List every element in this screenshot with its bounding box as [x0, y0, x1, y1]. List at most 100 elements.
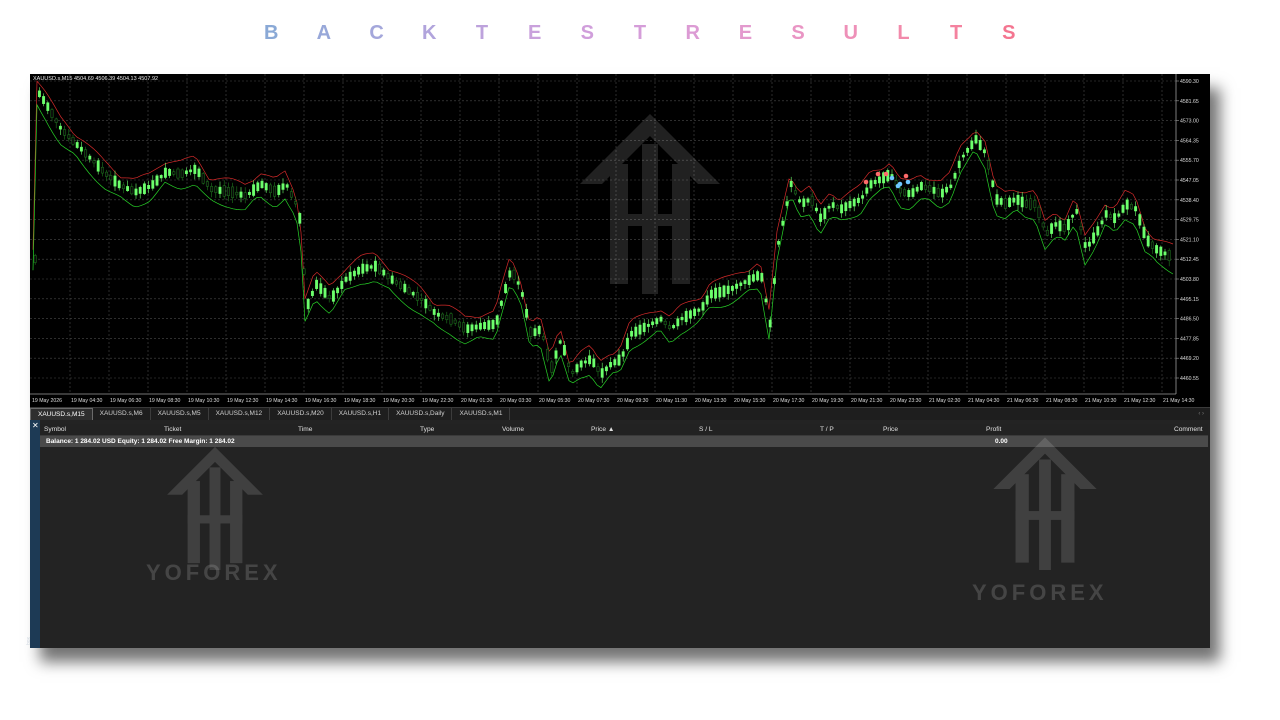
candle-body [126, 186, 130, 192]
candle-body [100, 166, 104, 174]
column-type[interactable]: Type [420, 424, 434, 435]
trade-marker-icon [905, 179, 911, 185]
tab-timeframe[interactable]: XAUUSD.s,M5 [151, 408, 209, 420]
tab-timeframe[interactable]: XAUUSD.s,M15 [30, 407, 93, 421]
tab-timeframe[interactable]: XAUUSD.s,H1 [332, 408, 390, 420]
candle-body [701, 302, 705, 311]
candle-body [155, 175, 159, 186]
candle-body [529, 327, 533, 337]
tab-timeframe[interactable]: XAUUSD.s,M6 [93, 408, 151, 420]
candle-body [550, 361, 554, 373]
candle-body [634, 326, 638, 337]
candle-body [873, 179, 877, 185]
candle-body [63, 129, 67, 136]
candle-body [1016, 194, 1020, 205]
candle-body [751, 274, 755, 282]
watermark-text: YOFOREX [972, 580, 1108, 605]
candle-body [344, 276, 348, 282]
title-letter: T [633, 22, 647, 44]
column-symbol[interactable]: Symbol [44, 424, 66, 435]
time-tick-label: 20 May 17:30 [773, 398, 805, 404]
candle-body [558, 340, 562, 344]
column-volume[interactable]: Volume [502, 424, 524, 435]
close-icon[interactable]: ✕ [32, 422, 39, 430]
time-tick-label: 20 May 15:30 [734, 398, 766, 404]
candle-body [877, 176, 881, 184]
toolbox-sidebar: ✕ box [26, 420, 40, 648]
candle-body [457, 321, 461, 328]
time-tick-label: 19 May 06:30 [110, 398, 142, 404]
candle-body [252, 184, 256, 196]
column-take-profit[interactable]: T / P [820, 424, 834, 435]
candle-body [361, 263, 365, 274]
time-tick-label: 20 May 07:30 [578, 398, 610, 404]
title-letter: A [316, 22, 332, 44]
candle-body [520, 292, 524, 297]
candle-body [579, 360, 583, 368]
candle-body [176, 168, 180, 179]
candle-body [210, 186, 214, 193]
candle-body [504, 284, 508, 294]
candle-body [1012, 197, 1016, 203]
candle-body [432, 309, 436, 315]
candle-body [1138, 214, 1142, 226]
candle-body [936, 188, 940, 197]
trade-marker-icon [883, 171, 889, 177]
candle-body [168, 168, 172, 176]
column-ticket[interactable]: Ticket [164, 424, 181, 435]
candle-body [46, 102, 50, 111]
candle-body [184, 170, 188, 175]
candle-body [285, 184, 289, 188]
column-price[interactable]: Price [883, 424, 898, 435]
tab-timeframe[interactable]: XAUUSD.s,M20 [270, 408, 332, 420]
candle-body [277, 184, 281, 195]
title-letter: C [369, 22, 384, 44]
candle-body [1113, 213, 1117, 224]
candle-body [961, 154, 965, 158]
time-tick-label: 20 May 19:30 [812, 398, 844, 404]
candle-body [562, 345, 566, 356]
candle-body [235, 191, 239, 196]
time-tick-label: 21 May 12:30 [1124, 398, 1156, 404]
candle-body [487, 320, 491, 330]
column-price-open[interactable]: Price ▲ [591, 424, 614, 435]
candle-body [667, 325, 671, 329]
candle-body [1129, 204, 1133, 210]
column-time[interactable]: Time [298, 424, 312, 435]
price-tick-label: 4547.05 [1180, 178, 1199, 184]
price-tick-label: 4486.50 [1180, 317, 1199, 323]
candle-body [1037, 206, 1041, 219]
time-tick-label: 21 May 02:30 [929, 398, 961, 404]
tab-timeframe[interactable]: XAUUSD.s,M1 [452, 408, 511, 420]
candle-body [865, 187, 869, 194]
candle-body [756, 271, 760, 281]
candle-body [403, 283, 407, 293]
time-tick-label: 19 May 18:30 [344, 398, 376, 404]
time-tick-label: 20 May 21:30 [851, 398, 883, 404]
column-stop-loss[interactable]: S / L [699, 424, 713, 435]
trading-terminal-window: 4590.30 4581.65 4573.00 4564.35 4555.70 4547.… [26, 74, 1210, 648]
candle-body [499, 300, 503, 306]
candle-body [1058, 220, 1062, 232]
page-title: BACKTESTRESULTS [0, 22, 1280, 45]
candle-body [214, 186, 218, 193]
candle-body [79, 146, 83, 152]
time-tick-label: 19 May 2026 [32, 398, 62, 404]
logo-watermark-icon [580, 114, 720, 294]
candle-body [462, 322, 466, 333]
price-tick-label: 4503.80 [1180, 277, 1199, 283]
tab-timeframe[interactable]: XAUUSD.s,M12 [209, 408, 271, 420]
time-tick-label: 19 May 04:30 [71, 398, 103, 404]
candle-body [172, 171, 176, 175]
tabs-scroll-arrows[interactable]: ‹ › [1198, 408, 1204, 420]
candle-body [1155, 245, 1159, 254]
price-chart[interactable]: 4590.30 4581.65 4573.00 4564.35 4555.70 4547.… [30, 74, 1210, 406]
column-comment[interactable]: Comment [1174, 424, 1203, 435]
candle-body [1087, 241, 1091, 247]
tab-timeframe[interactable]: XAUUSD.s,Daily [389, 408, 453, 420]
candle-body [428, 305, 432, 311]
title-letter: E [738, 22, 753, 44]
candle-body [823, 208, 827, 220]
candle-body [625, 337, 629, 350]
candle-body [869, 180, 873, 189]
